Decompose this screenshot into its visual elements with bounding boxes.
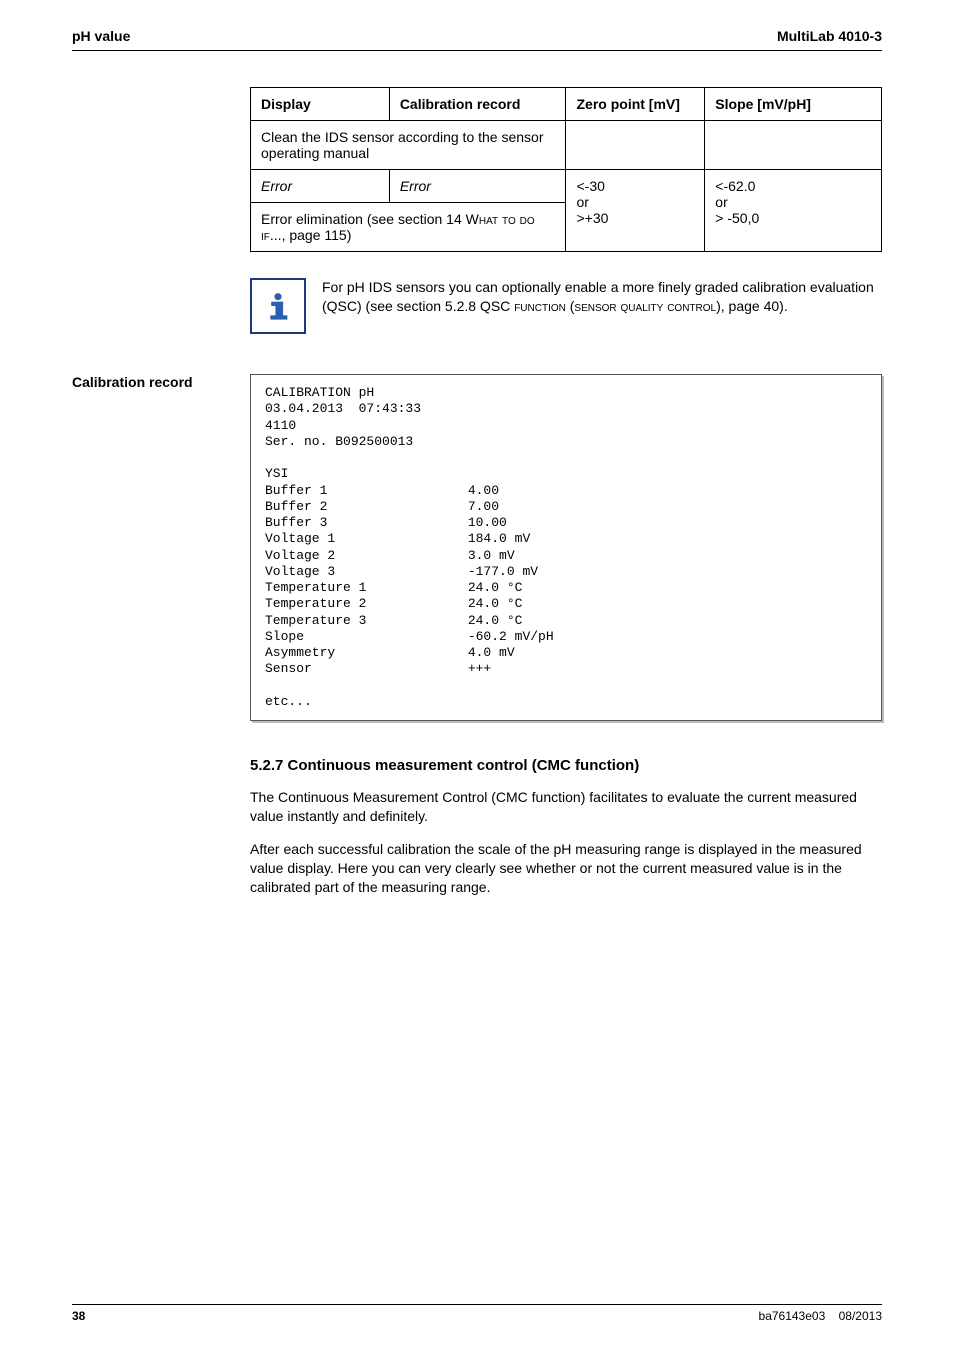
calibration-record-box: CALIBRATION pH 03.04.2013 07:43:33 4110 … [250,374,882,721]
page-header: pH value MultiLab 4010-3 [0,0,954,50]
side-column [72,87,232,334]
td-error-record: Error [389,170,566,203]
page-footer: 38 ba76143e03 08/2013 [72,1297,882,1323]
footer-meta: ba76143e03 08/2013 [759,1309,882,1323]
footer-rule [72,1304,882,1305]
elim-a: Error elimination (see section 14 [261,211,466,227]
th-display: Display [251,88,390,121]
td-clean-slope [705,121,882,170]
error-2: Error [400,178,431,194]
info-icon [250,278,306,334]
footer-page-num: 38 [72,1309,85,1323]
info-row: For pH IDS sensors you can optionally en… [250,278,882,334]
header-left: pH value [72,28,130,44]
section-title: 5.2.7 Continuous measurement control (CM… [250,757,882,774]
td-clean: Clean the IDS sensor according to the se… [251,121,566,170]
elim-c: , page 115) [282,227,352,243]
info-c: , page 40). [721,298,788,314]
td-error-display: Error [251,170,390,203]
section-p1: The Continuous Measurement Control (CMC … [250,788,882,826]
th-record: Calibration record [389,88,566,121]
side-empty [72,757,232,910]
footer-date: 08/2013 [839,1309,882,1323]
th-slope: Slope [mV/pH] [705,88,882,121]
info-b: function (sensor quality control) [514,298,721,314]
th-zero: Zero point [mV] [566,88,705,121]
footer-doc: ba76143e03 [759,1309,826,1323]
calibration-table: Display Calibration record Zero point [m… [250,87,882,252]
td-clean-zero [566,121,705,170]
td-error-slope: <-62.0 or > -50,0 [705,170,882,252]
calibration-record-label: Calibration record [72,374,232,721]
header-right: MultiLab 4010-3 [777,28,882,44]
error-1: Error [261,178,292,194]
td-elim: Error elimination (see section 14 What t… [251,203,566,252]
footer-page: 38 [72,1309,85,1323]
td-error-zero: <-30 or >+30 [566,170,705,252]
info-text: For pH IDS sensors you can optionally en… [322,278,882,316]
section-p2: After each successful calibration the sc… [250,840,882,897]
